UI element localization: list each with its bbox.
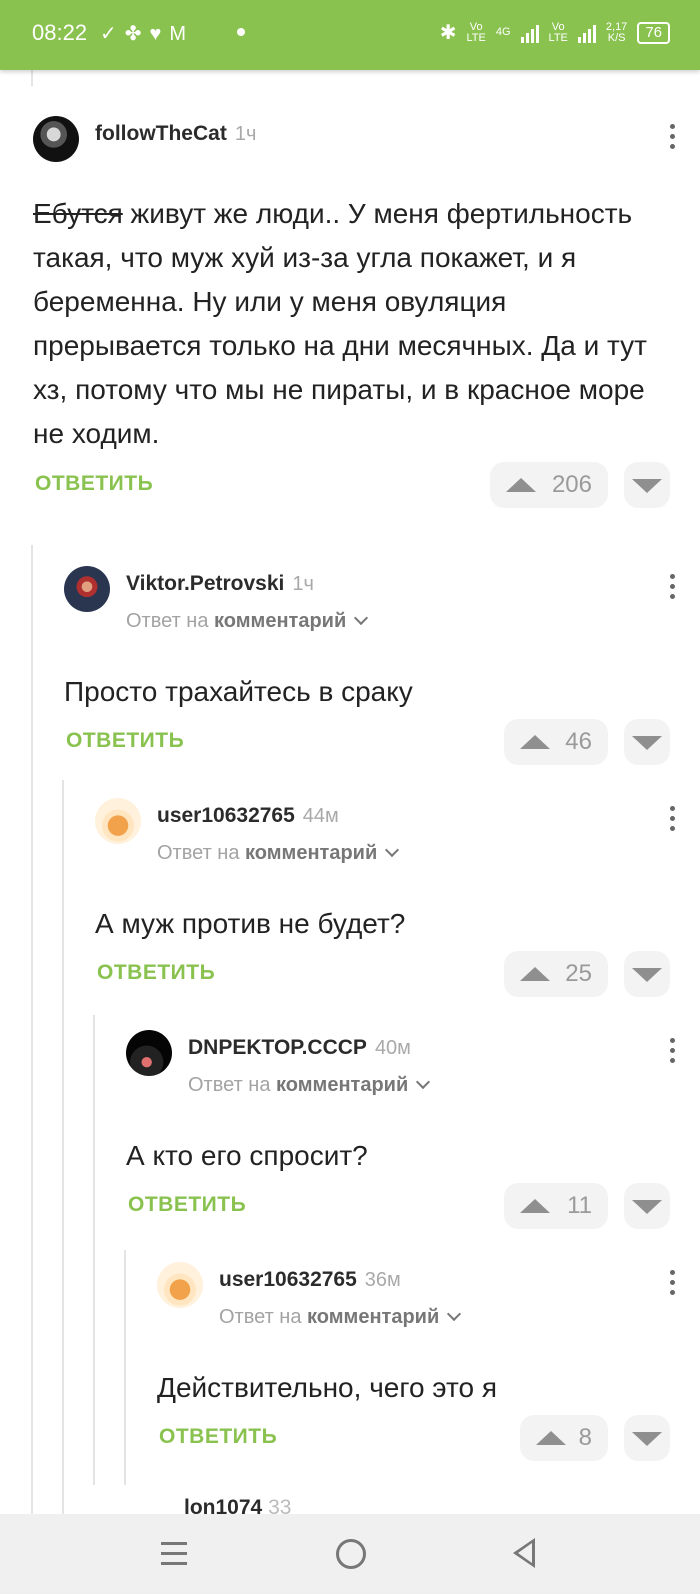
check-circle-icon: ✓ — [100, 23, 125, 45]
arrow-up-icon — [520, 967, 550, 981]
comment-text: Действительно, чего это я — [157, 1372, 497, 1403]
comment-text: Просто трахайтесь в сраку — [64, 676, 413, 707]
net-speed: 2,17 K/S — [605, 20, 628, 44]
comment-author[interactable]: user10632765 44м — [157, 804, 339, 828]
system-icons: ✱ Vo LTE 4G Vo LTE 2,17 K/S 76 — [440, 20, 670, 45]
comment: user10632765 36м Ответ на комментарий Дей… — [157, 1260, 675, 1463]
avatar[interactable] — [157, 1262, 203, 1308]
comment-time: 1ч — [292, 573, 314, 595]
comment: Viktor.Petrovski 1ч Ответ на комментарий … — [64, 564, 675, 767]
reply-button[interactable]: ОТВЕТИТЬ — [128, 1193, 246, 1217]
reply-button[interactable]: ОТВЕТИТЬ — [97, 961, 215, 985]
reply-to-link[interactable]: Ответ на комментарий — [188, 1074, 431, 1097]
reply-button[interactable]: ОТВЕТИТЬ — [66, 729, 184, 753]
chevron-down-icon — [385, 842, 400, 858]
comment: DNPEKTOP.CCCP 40м Ответ на комментарий А … — [126, 1028, 675, 1231]
reply-to-link[interactable]: Ответ на комментарий — [126, 610, 369, 633]
downvote-button[interactable] — [624, 1183, 670, 1229]
comment-time: 1ч — [234, 123, 257, 145]
arrow-down-icon — [632, 736, 662, 750]
arrow-down-icon — [632, 1432, 662, 1446]
back-icon[interactable] — [513, 1538, 535, 1568]
upvote-button[interactable]: 25 — [504, 951, 608, 997]
network-type: 4G — [495, 26, 511, 38]
comment-time: 44м — [302, 805, 339, 827]
downvote-button[interactable] — [624, 951, 670, 997]
signal-icon-2 — [577, 23, 596, 43]
reply-to-link[interactable]: Ответ на комментарий — [219, 1306, 462, 1329]
more-options-icon[interactable] — [662, 574, 682, 604]
status-bar: 08:22 ✓✤♥M ✱ Vo LTE 4G Vo LTE 2,17 K/S 76 — [0, 0, 700, 70]
dot-icon — [237, 28, 245, 36]
comment-time: 36м — [364, 1269, 401, 1291]
downvote-button[interactable] — [624, 462, 670, 508]
comment-author[interactable]: followTheCat 1ч — [95, 122, 256, 146]
downvote-button[interactable] — [624, 719, 670, 765]
upvote-button[interactable]: 8 — [520, 1415, 608, 1461]
upvote-button[interactable]: 11 — [504, 1183, 608, 1229]
reply-to-link[interactable]: Ответ на комментарий — [157, 842, 400, 865]
more-options-icon[interactable] — [662, 806, 682, 836]
thread-line — [31, 70, 33, 86]
comment-author[interactable]: Viktor.Petrovski 1ч — [126, 572, 314, 596]
arrow-up-icon — [536, 1431, 566, 1445]
gmail-icon: M — [169, 23, 195, 45]
chevron-down-icon — [416, 1074, 431, 1090]
chevron-down-icon — [447, 1306, 462, 1322]
chevron-down-icon — [354, 610, 369, 626]
comment-author[interactable]: user10632765 36м — [219, 1268, 401, 1292]
more-options-icon[interactable] — [662, 1270, 682, 1300]
volte-icon: Vo LTE — [466, 20, 486, 44]
comment: user10632765 44м Ответ на комментарий А м… — [95, 796, 675, 999]
arrow-up-icon — [506, 478, 536, 492]
vote-count: 25 — [565, 960, 592, 987]
comment-text: А муж против не будет? — [95, 908, 406, 939]
comment: followTheCat 1ч Ебутся живут же люди.. У … — [33, 114, 675, 510]
avatar[interactable] — [64, 566, 110, 612]
upvote-button[interactable]: 46 — [504, 719, 608, 765]
battery-icon: 76 — [637, 21, 670, 44]
health-icon: ♥ — [149, 23, 170, 45]
arrow-up-icon — [520, 1199, 550, 1213]
system-nav-bar — [0, 1514, 700, 1594]
more-options-icon[interactable] — [662, 124, 682, 154]
home-icon[interactable] — [336, 1539, 366, 1569]
downvote-button[interactable] — [624, 1415, 670, 1461]
signal-icon — [520, 23, 539, 43]
vote-count: 11 — [567, 1192, 592, 1219]
comment-text: Ебутся живут же люди.. У меня фертильнос… — [33, 198, 647, 449]
bluetooth-icon: ✱ — [439, 22, 457, 44]
thread-line — [93, 1015, 95, 1485]
reply-button[interactable]: ОТВЕТИТЬ — [159, 1425, 277, 1449]
comment-time: 40м — [374, 1037, 411, 1059]
volte-icon-2: Vo LTE — [548, 20, 568, 44]
vote-count: 206 — [551, 471, 592, 498]
vote-count: 8 — [578, 1424, 592, 1451]
comment-author[interactable]: DNPEKTOP.CCCP 40м — [188, 1036, 411, 1060]
upvote-button[interactable]: 206 — [490, 462, 608, 508]
more-options-icon[interactable] — [662, 1038, 682, 1068]
avatar[interactable] — [126, 1030, 172, 1076]
recent-apps-icon[interactable] — [161, 1542, 187, 1572]
clock: 08:22 — [32, 20, 88, 45]
vote-count: 46 — [565, 728, 592, 755]
reply-button[interactable]: ОТВЕТИТЬ — [35, 472, 153, 496]
comment-text: А кто его спросит? — [126, 1140, 368, 1171]
avatar[interactable] — [95, 798, 141, 844]
arrow-down-icon — [632, 968, 662, 982]
avatar[interactable] — [33, 116, 79, 162]
arrow-down-icon — [632, 479, 662, 493]
notification-icons: ✓✤♥M — [100, 21, 194, 46]
arrow-down-icon — [632, 1200, 662, 1214]
fan-icon: ✤ — [124, 23, 150, 45]
arrow-up-icon — [520, 735, 550, 749]
thread-line — [31, 545, 33, 1515]
thread-line — [62, 780, 64, 1515]
thread-line — [124, 1250, 126, 1485]
